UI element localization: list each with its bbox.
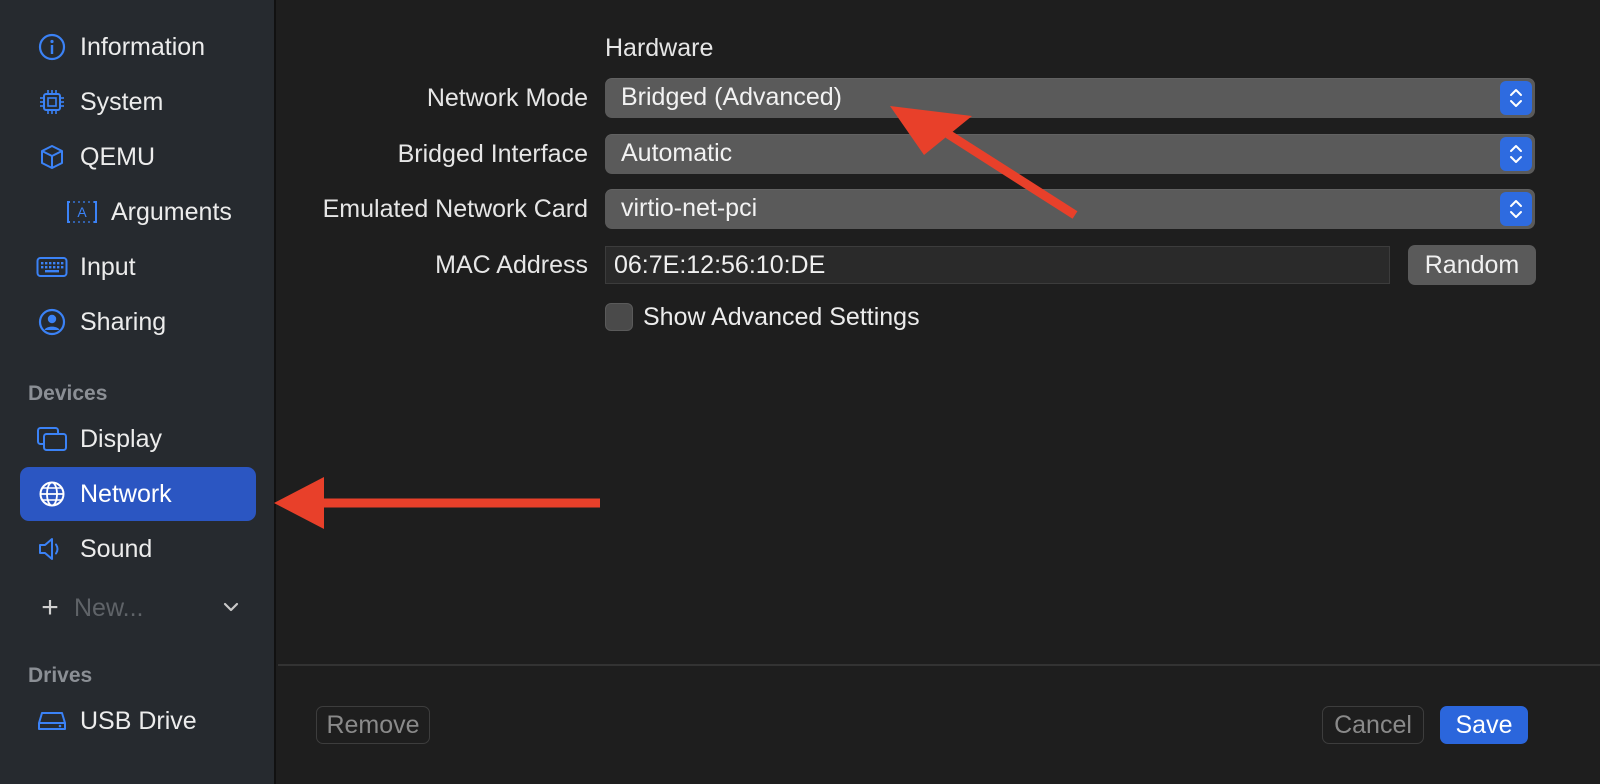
up-down-chevron-icon xyxy=(1500,137,1532,171)
bridged-interface-label: Bridged Interface xyxy=(397,140,588,168)
sidebar-item-sharing[interactable]: Sharing xyxy=(20,295,256,349)
sidebar-item-label: Sharing xyxy=(80,307,167,336)
network-card-popup[interactable]: virtio-net-pci xyxy=(605,189,1535,229)
sidebar-item-label: Information xyxy=(80,32,206,61)
footer-divider xyxy=(278,664,1600,666)
globe-icon xyxy=(36,478,68,510)
advanced-settings-label: Show Advanced Settings xyxy=(643,302,920,331)
bridged-interface-popup[interactable]: Automatic xyxy=(605,134,1535,174)
sidebar-item-label: Sound xyxy=(80,534,153,563)
new-device-label: New... xyxy=(74,593,144,622)
svg-text:A: A xyxy=(77,204,87,220)
info-circle-icon xyxy=(36,31,68,63)
section-title: Hardware xyxy=(605,34,714,62)
devices-section-heading: Devices xyxy=(28,382,108,405)
sidebar: Information System QEMU A Arguments Inpu… xyxy=(0,0,276,784)
drives-section-heading: Drives xyxy=(28,664,93,687)
sidebar-item-usb-drive[interactable]: USB Drive xyxy=(20,694,256,748)
sidebar-item-sound[interactable]: Sound xyxy=(20,522,256,576)
network-settings-panel: Hardware Network Mode Bridged (Advanced)… xyxy=(278,0,1600,784)
sidebar-item-label: Arguments xyxy=(111,197,232,226)
sidebar-item-label: Network xyxy=(80,479,172,508)
sidebar-item-information[interactable]: Information xyxy=(20,20,256,74)
cancel-button[interactable]: Cancel xyxy=(1322,706,1424,744)
sidebar-item-label: Input xyxy=(80,252,136,281)
display-windows-icon xyxy=(36,423,68,455)
network-card-value: virtio-net-pci xyxy=(621,194,758,222)
chevron-down-icon[interactable] xyxy=(220,596,242,623)
save-button[interactable]: Save xyxy=(1440,706,1528,744)
bridged-interface-value: Automatic xyxy=(621,139,733,167)
plus-icon: + xyxy=(41,591,59,624)
person-circle-icon xyxy=(36,306,68,338)
speaker-icon xyxy=(36,533,68,565)
cpu-chip-icon xyxy=(36,86,68,118)
network-mode-value: Bridged (Advanced) xyxy=(621,83,842,111)
up-down-chevron-icon xyxy=(1500,81,1532,115)
sidebar-item-label: QEMU xyxy=(80,142,155,171)
advanced-settings-row[interactable]: Show Advanced Settings xyxy=(605,302,920,332)
sidebar-item-system[interactable]: System xyxy=(20,75,256,129)
sidebar-item-qemu[interactable]: QEMU xyxy=(20,130,256,184)
sidebar-item-label: USB Drive xyxy=(80,706,197,735)
drive-icon xyxy=(36,705,68,737)
settings-window: Information System QEMU A Arguments Inpu… xyxy=(0,0,1600,784)
sidebar-item-network[interactable]: Network xyxy=(20,467,256,521)
sidebar-item-input[interactable]: Input xyxy=(20,240,256,294)
advanced-settings-checkbox[interactable] xyxy=(605,303,633,331)
up-down-chevron-icon xyxy=(1500,192,1532,226)
sidebar-item-label: Display xyxy=(80,424,162,453)
remove-button[interactable]: Remove xyxy=(316,706,430,744)
mac-address-field[interactable] xyxy=(605,246,1390,284)
mac-address-label: MAC Address xyxy=(435,251,588,279)
keyboard-icon xyxy=(36,251,68,283)
new-device-button[interactable]: + New... xyxy=(36,588,246,628)
random-mac-button[interactable]: Random xyxy=(1408,245,1536,285)
sidebar-item-display[interactable]: Display xyxy=(20,412,256,466)
cube-icon xyxy=(36,141,68,173)
network-mode-popup[interactable]: Bridged (Advanced) xyxy=(605,78,1535,118)
network-mode-label: Network Mode xyxy=(426,84,588,112)
sidebar-item-label: System xyxy=(80,87,164,116)
text-box-icon: A xyxy=(66,196,98,228)
network-card-label: Emulated Network Card xyxy=(322,195,588,223)
sidebar-item-arguments[interactable]: A Arguments xyxy=(20,185,256,239)
mac-address-input[interactable] xyxy=(606,247,1389,283)
